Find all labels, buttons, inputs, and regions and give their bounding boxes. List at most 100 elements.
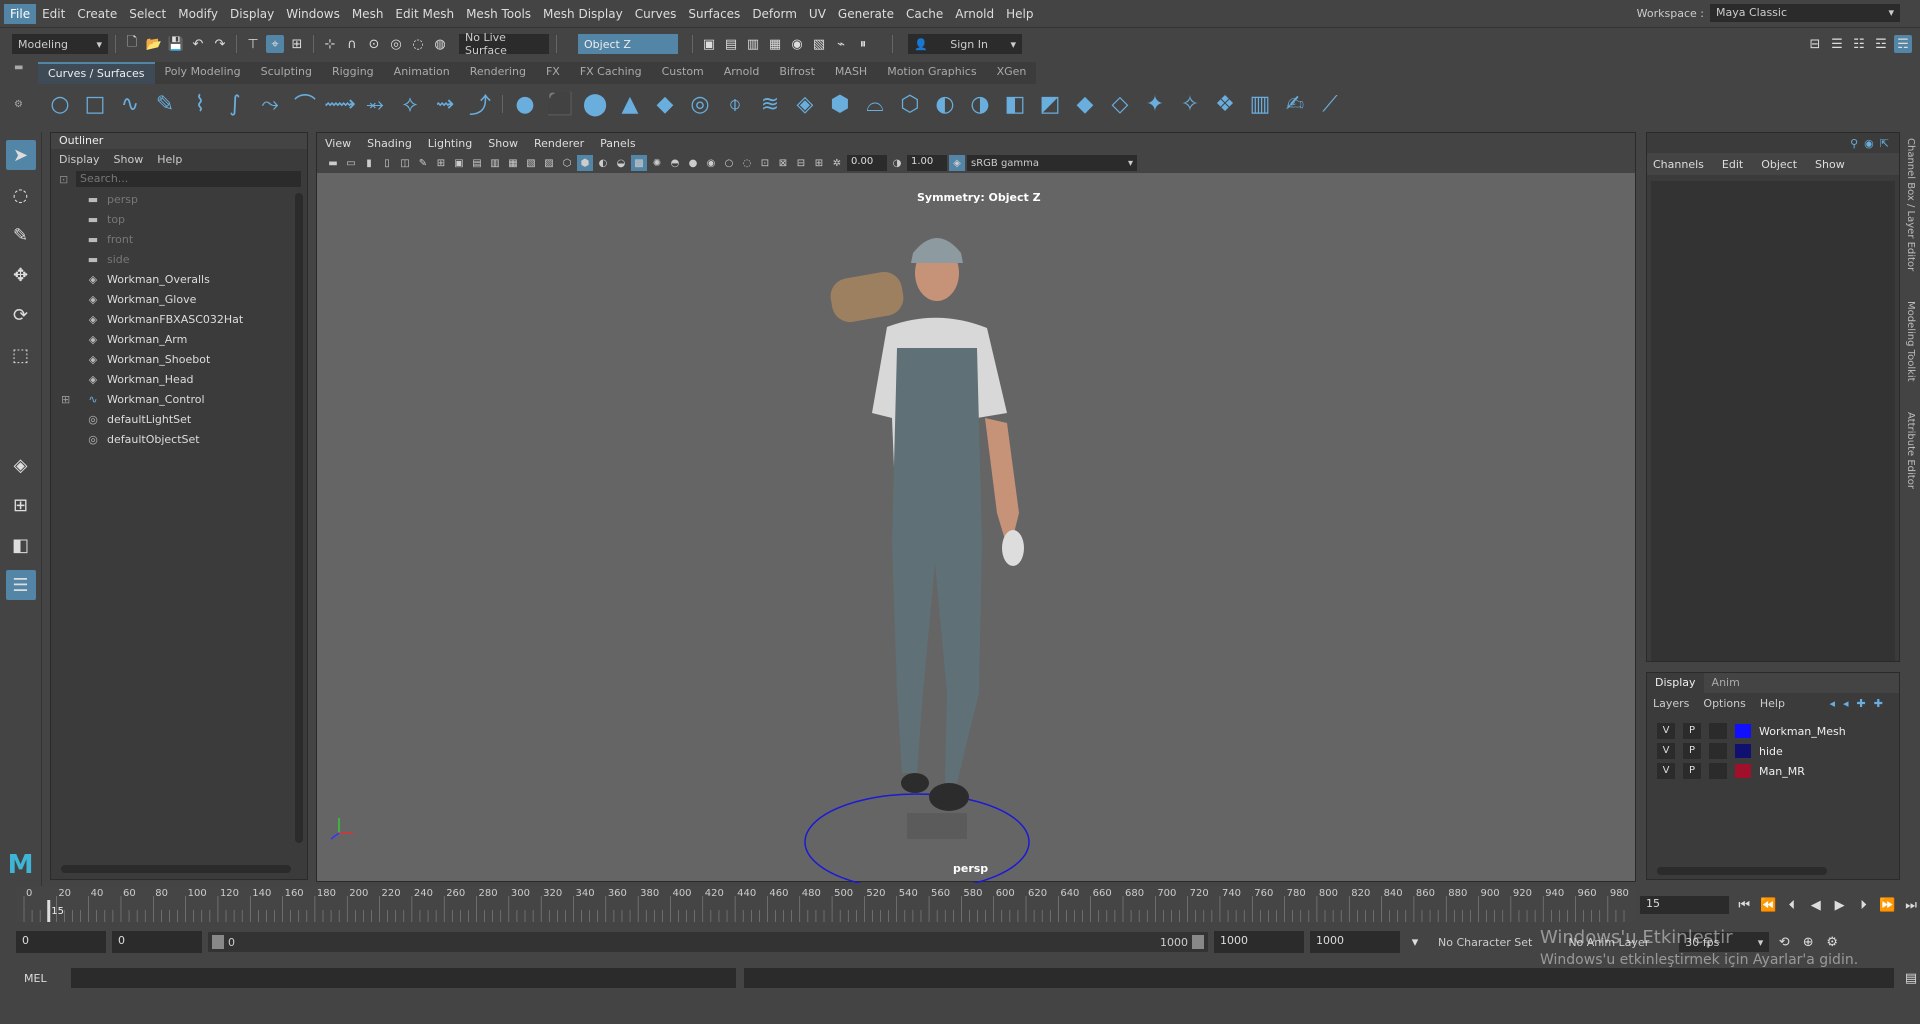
layer-color-swatch[interactable] — [1735, 764, 1751, 778]
step-back-frame-icon[interactable]: ⏴ — [1783, 896, 1801, 914]
shadows-icon[interactable]: ◓ — [667, 155, 683, 171]
side-tab-channel-box-layer-editor[interactable]: Channel Box / Layer Editor — [1905, 138, 1916, 271]
shelf-tabs-icon[interactable]: ▬ — [14, 62, 34, 73]
depth-of-field-icon[interactable]: ◌ — [739, 155, 755, 171]
shelf-menu[interactable]: ▬ ⚙ — [14, 62, 34, 122]
channel-menu-show[interactable]: Show — [1815, 158, 1845, 171]
viewport-menu-renderer[interactable]: Renderer — [534, 137, 584, 150]
resolution-gate-icon[interactable]: ▤ — [469, 155, 485, 171]
menu-modify[interactable]: Modify — [172, 4, 224, 24]
shelf-tab-custom[interactable]: Custom — [651, 62, 714, 84]
viewport-panel[interactable]: View Shading Lighting Show Renderer Panels ▬ … — [316, 132, 1636, 883]
menu-set-dropdown[interactable]: Modeling ▾ — [12, 34, 108, 54]
surface-editing-icon[interactable]: ⟋ — [1314, 88, 1346, 120]
expand-icon[interactable]: ⊞ — [61, 393, 70, 406]
ipr-render-icon[interactable]: ▥ — [744, 35, 762, 53]
layer-color-swatch[interactable] — [1735, 744, 1751, 758]
chevron-down-icon[interactable]: ▾ — [1406, 933, 1424, 951]
shelf-tab-bifrost[interactable]: Bifrost — [769, 62, 825, 84]
wireframe-on-shaded-icon[interactable]: ◒ — [613, 155, 629, 171]
shelf-tab-fx[interactable]: FX — [535, 62, 570, 84]
safe-title-icon[interactable]: ▨ — [541, 155, 557, 171]
sculpt-geometry-icon[interactable]: ✍ — [1279, 88, 1311, 120]
range-start-handle[interactable] — [212, 935, 224, 949]
shelf-tab-fx-caching[interactable]: FX Caching — [569, 62, 652, 84]
color-space-dropdown[interactable]: sRGB gamma ▾ — [967, 155, 1137, 171]
side-tab-modeling-toolkit[interactable]: Modeling Toolkit — [1905, 301, 1916, 382]
outliner-menu-help[interactable]: Help — [157, 153, 182, 166]
outliner-item[interactable]: ◈ Workman_Overalls — [51, 269, 307, 289]
snap-live-icon[interactable]: ◍ — [431, 35, 449, 53]
menu-mesh[interactable]: Mesh — [346, 4, 390, 24]
menu-arnold[interactable]: Arnold — [949, 4, 1000, 24]
rebuild-surface-icon[interactable]: ▥ — [1244, 88, 1276, 120]
nurbs-sphere-icon[interactable]: ● — [509, 88, 541, 120]
snap-curve-icon[interactable]: ∩ — [343, 35, 361, 53]
shelf-tab-sculpting[interactable]: Sculpting — [250, 62, 322, 84]
save-scene-icon[interactable]: 💾 — [167, 35, 185, 53]
shelf-tab-motion-graphics[interactable]: Motion Graphics — [877, 62, 987, 84]
layer-menu-options[interactable]: Options — [1703, 697, 1745, 710]
extrude-icon[interactable]: ⬢ — [824, 88, 856, 120]
outliner-search-input[interactable]: Search... — [76, 171, 301, 187]
shelf-tab-arnold[interactable]: Arnold — [713, 62, 770, 84]
birail-icon[interactable]: ⌓ — [859, 88, 891, 120]
step-forward-key-icon[interactable]: ⏩ — [1878, 896, 1896, 914]
nurbs-torus-icon[interactable]: ◎ — [684, 88, 716, 120]
layer-color-swatch[interactable] — [1735, 724, 1751, 738]
outliner-item[interactable]: ⊞ ∿ Workman_Control — [51, 389, 307, 409]
screen-space-ao-icon[interactable]: ● — [685, 155, 701, 171]
detach-curve-icon[interactable]: ⥇ — [359, 88, 391, 120]
tool-settings-icon[interactable]: ☷ — [1850, 35, 1868, 53]
menu-file[interactable]: File — [4, 3, 37, 24]
outliner-item[interactable]: ▬ persp — [51, 189, 307, 209]
select-object-icon[interactable]: ⌖ — [266, 35, 284, 53]
end-time-field[interactable]: 1000 — [1214, 931, 1304, 953]
arc-tool-icon[interactable]: ⌒ — [289, 88, 321, 120]
nurbs-plane-icon[interactable]: ◆ — [649, 88, 681, 120]
layer-menu-help[interactable]: Help — [1760, 697, 1785, 710]
symmetry-dropdown[interactable]: Object Z — [578, 34, 678, 54]
extend-curve-icon[interactable]: ⇝ — [429, 88, 461, 120]
render-current-icon[interactable]: ▣ — [700, 35, 718, 53]
outliner-item[interactable]: ◎ defaultLightSet — [51, 409, 307, 429]
go-to-end-icon[interactable]: ⏭ — [1902, 896, 1920, 914]
layer-tab-display[interactable]: Display — [1647, 673, 1704, 693]
new-scene-icon[interactable]: 🗋 — [123, 35, 141, 53]
cv-curve-icon[interactable]: ⌇ — [184, 88, 216, 120]
menu-cache[interactable]: Cache — [900, 4, 949, 24]
menu-create[interactable]: Create — [71, 4, 123, 24]
auto-key-icon[interactable]: ⊕ — [1799, 933, 1817, 951]
nurbs-square-icon[interactable]: □ — [79, 88, 111, 120]
side-tab-attribute-editor[interactable]: Attribute Editor — [1905, 412, 1916, 489]
outliner-item[interactable]: ▬ front — [51, 229, 307, 249]
xray-joints-icon[interactable]: ⊟ — [793, 155, 809, 171]
shelf-options-icon[interactable]: ⚙ — [14, 99, 34, 110]
lasso-tool-icon[interactable]: ◌ — [6, 180, 36, 210]
default-material-icon[interactable]: ◐ — [595, 155, 611, 171]
anim-end-field[interactable]: 1000 — [1310, 931, 1400, 953]
modeling-toolkit-icon[interactable]: ⊟ — [1806, 35, 1824, 53]
play-forwards-icon[interactable]: ▶ — [1831, 896, 1849, 914]
gamma-icon[interactable]: ◑ — [889, 155, 905, 171]
ep-curve-icon[interactable]: ∿ — [114, 88, 146, 120]
live-surface-field[interactable]: No Live Surface — [459, 31, 549, 57]
command-language-label[interactable]: MEL — [24, 972, 47, 985]
hypershade-icon[interactable]: ◉ — [788, 35, 806, 53]
channel-box-help-icon[interactable]: ◉ — [1864, 137, 1874, 150]
grid-toggle-icon[interactable]: ⊞ — [433, 155, 449, 171]
layer-editor-icon[interactable]: ☴ — [1894, 35, 1912, 53]
channel-box-toggle-icon[interactable]: ⚲ — [1850, 137, 1858, 150]
layer-menu-layers[interactable]: Layers — [1653, 697, 1689, 710]
select-hierarchy-icon[interactable]: ⊤ — [244, 35, 262, 53]
safe-action-icon[interactable]: ▧ — [523, 155, 539, 171]
motion-blur-icon[interactable]: ◉ — [703, 155, 719, 171]
loop-icon[interactable]: ⟲ — [1775, 933, 1793, 951]
intersect-icon[interactable]: ◑ — [964, 88, 996, 120]
move-tool-icon[interactable]: ✥ — [6, 260, 36, 290]
exposure-field[interactable]: 0.00 — [847, 155, 887, 171]
layer-playback-toggle[interactable]: P — [1683, 743, 1701, 759]
workman-figure[interactable] — [828, 238, 1024, 811]
layer-playback-toggle[interactable]: P — [1683, 723, 1701, 739]
shelf-tab-curves-surfaces[interactable]: Curves / Surfaces — [38, 62, 155, 84]
